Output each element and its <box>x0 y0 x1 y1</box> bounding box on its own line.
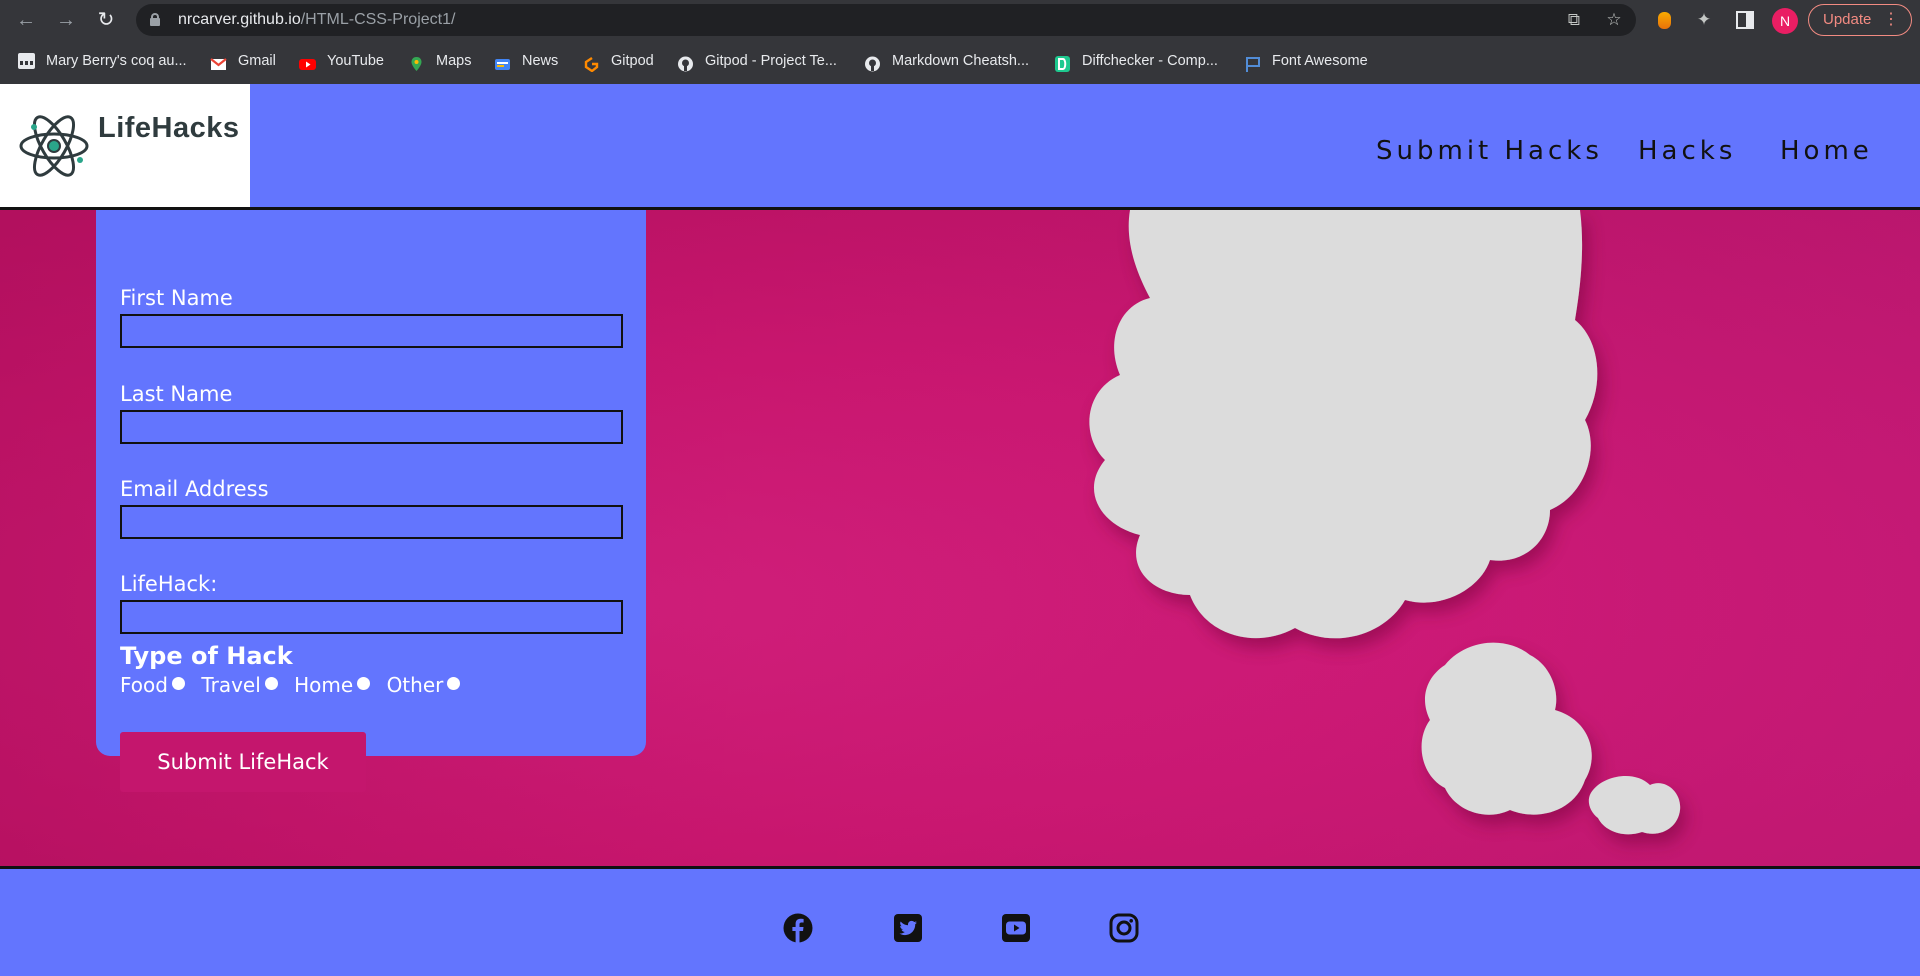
youtube-icon <box>299 53 316 70</box>
lifehack-label: LifeHack: <box>120 572 218 596</box>
news-icon <box>494 53 511 70</box>
back-button[interactable]: ← <box>12 6 40 34</box>
email-input[interactable] <box>120 505 623 539</box>
radio-label: Home <box>294 673 354 697</box>
url-domain: nrcarver.github.io <box>178 11 301 28</box>
bookmark-label: Gmail <box>238 53 276 69</box>
diffchecker-icon <box>1054 53 1071 72</box>
gmail-icon <box>210 53 227 70</box>
youtube-icon[interactable] <box>1001 913 1031 943</box>
instagram-icon[interactable] <box>1109 913 1139 943</box>
submit-lifehack-button[interactable]: Submit LifeHack <box>120 732 366 792</box>
site-header: LifeHacks Submit Hacks Hacks Home <box>0 84 1920 210</box>
lock-icon <box>150 13 160 26</box>
url-text: nrcarver.github.io/HTML-CSS-Project1/ <box>178 4 455 36</box>
hack-type-radio-group: Food Travel Home Other <box>120 673 470 701</box>
extension-icon[interactable] <box>1658 12 1671 29</box>
twitter-icon[interactable] <box>893 913 923 943</box>
logo-text: LifeHacks <box>98 112 240 144</box>
bookmark-label: Diffchecker - Comp... <box>1082 53 1218 69</box>
star-icon[interactable]: ☆ <box>1604 10 1624 30</box>
radio-option-home[interactable]: Home <box>294 673 371 697</box>
gitpod-icon <box>583 53 600 73</box>
radio-label: Food <box>120 673 168 697</box>
browser-toolbar: ← → ↻ nrcarver.github.io/HTML-CSS-Projec… <box>0 0 1920 40</box>
nav-home[interactable]: Home <box>1780 136 1873 166</box>
bookmark-label: Gitpod <box>611 53 654 69</box>
first-name-label: First Name <box>120 286 233 310</box>
facebook-icon[interactable] <box>783 913 813 943</box>
maps-icon <box>408 53 425 71</box>
side-panel-icon[interactable] <box>1736 11 1754 29</box>
last-name-input[interactable] <box>120 410 623 444</box>
site-footer <box>0 866 1920 976</box>
radio-button[interactable] <box>171 677 185 690</box>
nav-hacks[interactable]: Hacks <box>1638 136 1736 166</box>
github-icon <box>677 53 694 72</box>
browser-chrome: ← → ↻ nrcarver.github.io/HTML-CSS-Projec… <box>0 0 1920 84</box>
forward-button[interactable]: → <box>52 6 80 34</box>
radio-button[interactable] <box>447 677 461 690</box>
url-path: /HTML-CSS-Project1/ <box>300 11 456 28</box>
email-label: Email Address <box>120 477 269 501</box>
radio-option-travel[interactable]: Travel <box>201 673 278 697</box>
bookmark-label: YouTube <box>327 53 384 69</box>
thought-cloud-image <box>1089 210 1681 835</box>
profile-avatar[interactable]: N <box>1772 8 1798 34</box>
radio-label: Other <box>386 673 444 697</box>
radio-option-food[interactable]: Food <box>120 673 185 697</box>
update-label: Update <box>1823 11 1872 28</box>
last-name-label: Last Name <box>120 382 233 406</box>
more-icon: ⋮ <box>1883 11 1899 28</box>
bookmark-label: Mary Berry's coq au... <box>46 53 187 69</box>
radio-button[interactable] <box>357 677 371 690</box>
nav-submit-hacks[interactable]: Submit Hacks <box>1376 136 1603 166</box>
logo[interactable]: LifeHacks <box>0 84 250 207</box>
github-icon <box>864 53 881 72</box>
bookmark-label: Markdown Cheatsh... <box>892 53 1030 69</box>
web-page: LifeHacks Submit Hacks Hacks Home First … <box>0 84 1920 976</box>
radio-label: Travel <box>201 673 261 697</box>
puzzle-icon[interactable]: ✦ <box>1692 8 1716 32</box>
address-bar[interactable]: nrcarver.github.io/HTML-CSS-Project1/ ⧉ … <box>136 4 1636 36</box>
bookmark-label: Font Awesome <box>1272 53 1368 69</box>
type-of-hack-heading: Type of Hack <box>120 642 293 670</box>
radio-button[interactable] <box>264 677 278 690</box>
flag-icon <box>1244 53 1261 72</box>
lifehack-input[interactable] <box>120 600 623 634</box>
page-icon <box>18 53 35 69</box>
radio-option-other[interactable]: Other <box>387 673 461 697</box>
update-button[interactable]: Update ⋮ <box>1808 4 1912 36</box>
reload-button[interactable]: ↻ <box>92 6 120 34</box>
bookmark-label: News <box>522 53 559 69</box>
bookmark-label: Gitpod - Project Te... <box>705 53 837 69</box>
atom-icon <box>19 115 89 177</box>
share-icon[interactable]: ⧉ <box>1564 10 1584 30</box>
first-name-input[interactable] <box>120 314 623 348</box>
bookmarks-bar: Mary Berry's coq au... Gmail YouTube Map… <box>0 46 1920 76</box>
lifehack-form: First Name Last Name Email Address LifeH… <box>96 194 646 792</box>
bookmark-label: Maps <box>436 53 472 69</box>
